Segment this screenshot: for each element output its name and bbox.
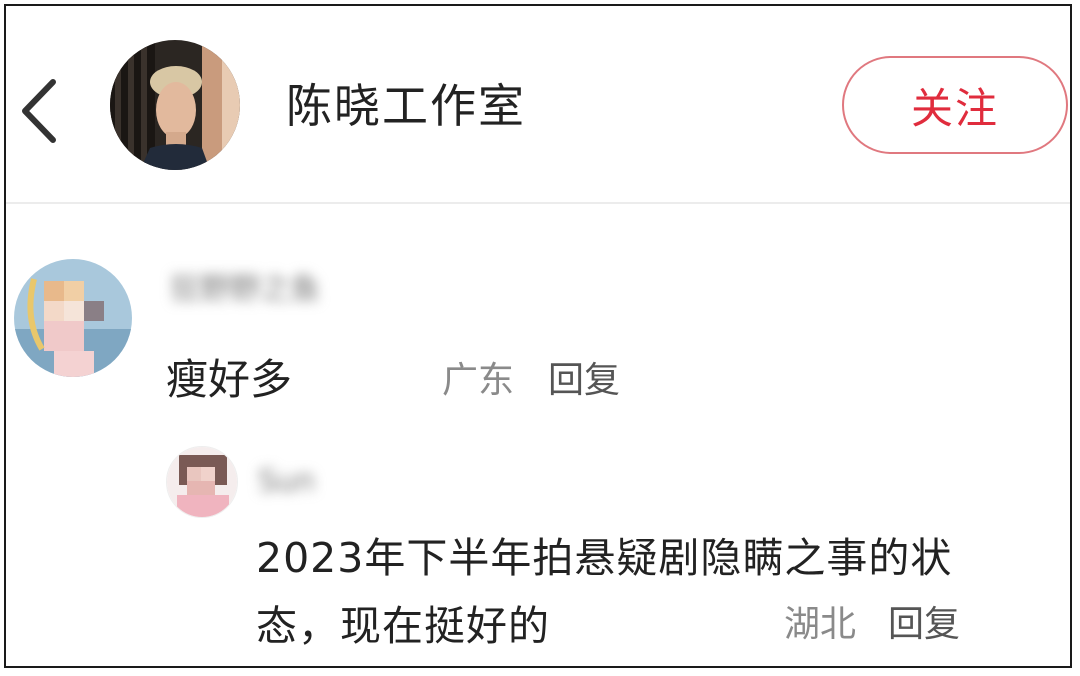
page-title: 陈晓工作室 <box>286 79 526 133</box>
header: 陈晓工作室 关注 <box>6 6 1070 206</box>
header-divider <box>6 202 1070 204</box>
reply-avatar[interactable] <box>166 446 238 518</box>
comment-location: 广东 <box>442 360 515 401</box>
reply-reply-button[interactable]: 回复 <box>888 600 960 650</box>
comment-text: 瘦好多 <box>166 355 293 404</box>
avatar-image <box>167 447 237 517</box>
avatar-image <box>110 40 240 170</box>
reply-button[interactable]: 回复 <box>548 356 620 406</box>
reply-username: Sun <box>258 464 316 499</box>
chevron-left-icon <box>22 79 56 143</box>
back-button[interactable] <box>14 76 64 146</box>
follow-button[interactable]: 关注 <box>842 56 1068 154</box>
commenter-avatar[interactable] <box>14 259 132 377</box>
reply-location: 湖北 <box>784 604 857 645</box>
screenshot-frame: 陈晓工作室 关注 狂野野之鱼 瘦好多 广东 回复 Sun 2023年下半年拍悬疑… <box>4 4 1072 668</box>
avatar-image <box>14 259 132 377</box>
studio-avatar[interactable] <box>110 40 240 170</box>
commenter-username: 狂野野之鱼 <box>170 272 320 307</box>
